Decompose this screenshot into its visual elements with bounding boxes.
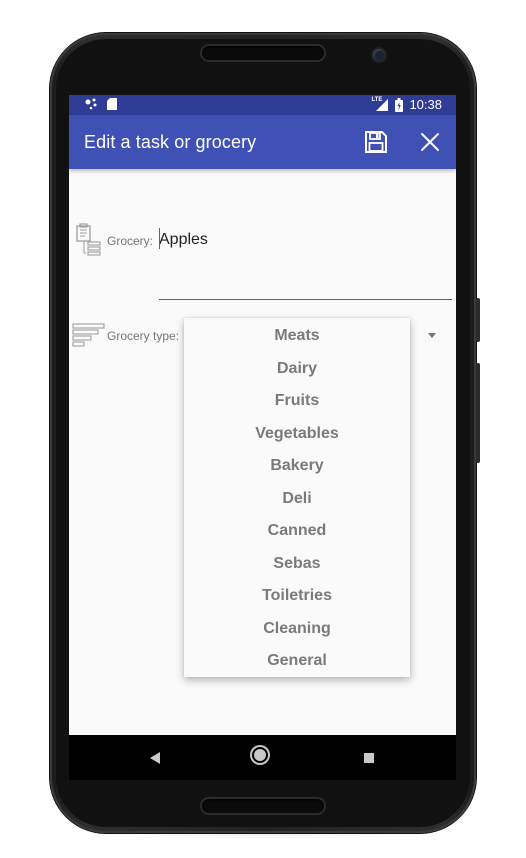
page-title: Edit a task or grocery (84, 132, 257, 152)
dropdown-option[interactable]: Bakery (184, 450, 410, 483)
text-cursor (159, 228, 160, 249)
signal-icon: LTE (371, 96, 389, 112)
dropdown-option[interactable]: Cleaning (184, 613, 410, 646)
volume-rocker[interactable] (476, 363, 480, 463)
dropdown-option[interactable]: Dairy (184, 353, 410, 386)
bottom-speaker (202, 799, 324, 813)
close-button[interactable] (417, 129, 443, 155)
dropdown-option[interactable]: Deli (184, 483, 410, 516)
grocery-type-label: Grocery type: (107, 329, 180, 343)
dropdown-option[interactable]: Canned (184, 515, 410, 548)
dropdown-option[interactable]: General (184, 645, 410, 678)
sd-card-icon (107, 98, 117, 110)
network-label: LTE (371, 96, 383, 103)
home-icon[interactable] (254, 749, 266, 761)
dropdown-option[interactable]: Meats (184, 320, 410, 353)
grocery-type-dropdown: Meats Dairy Fruits Vegetables Bakery Del… (184, 318, 410, 677)
status-left (85, 98, 117, 110)
save-icon (365, 131, 387, 153)
dropdown-option[interactable]: Toiletries (184, 580, 410, 613)
save-button[interactable] (363, 129, 389, 155)
front-camera (373, 49, 385, 61)
grocery-label: Grocery: (107, 234, 154, 248)
close-icon (421, 133, 439, 151)
grocery-input-underline (159, 299, 452, 300)
status-right: LTE 10:38 (371, 96, 442, 113)
battery-icon (395, 97, 404, 112)
status-time: 10:38 (409, 97, 442, 112)
grocery-list-icon (76, 223, 101, 256)
status-bar: LTE 10:38 (69, 95, 456, 115)
back-icon[interactable] (150, 752, 160, 764)
top-speaker (202, 46, 324, 60)
navigation-bar (69, 735, 456, 780)
grocery-input[interactable] (159, 229, 449, 251)
app-screen: LTE 10:38 Edit a task or grocery Grocery… (69, 95, 456, 780)
notification-dots-icon (85, 98, 97, 110)
recent-apps-icon[interactable] (364, 753, 374, 763)
chevron-down-icon[interactable] (428, 333, 436, 338)
app-bar: Edit a task or grocery (69, 115, 456, 169)
power-button[interactable] (476, 298, 480, 342)
dropdown-option[interactable]: Vegetables (184, 418, 410, 451)
grocery-type-icon (72, 323, 105, 347)
dropdown-option[interactable]: Sebas (184, 548, 410, 581)
dropdown-option[interactable]: Fruits (184, 385, 410, 418)
